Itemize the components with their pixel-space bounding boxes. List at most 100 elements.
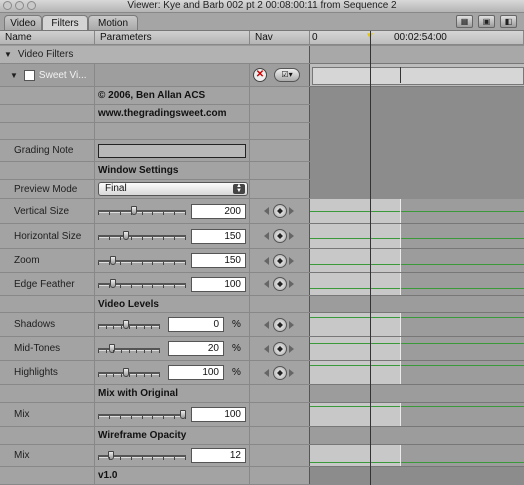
mix-original-slider[interactable] (98, 409, 186, 420)
timeline-row-spacer (310, 296, 524, 313)
keyframe-menu-icon[interactable]: ☑▾ (274, 68, 300, 82)
horizontal-size-slider[interactable] (98, 231, 186, 241)
mix-original-value[interactable]: 100 (191, 407, 246, 422)
highlights-value[interactable]: 100 (168, 365, 224, 380)
tab-bar: Video Filters Motion ▦ ▣ ◧ (0, 13, 524, 31)
keyframe-graph-horizontal-size[interactable] (310, 224, 524, 249)
slider-knob[interactable] (123, 231, 129, 240)
slider-tick (174, 285, 175, 288)
timeline-row-spacer (310, 385, 524, 403)
video-filters-row: ▼ Video Filters (0, 46, 310, 64)
shadows-value[interactable]: 0 (168, 317, 224, 332)
param-row-mix-wireframe: Mix 12 (0, 445, 310, 467)
highlights-slider[interactable] (98, 367, 160, 378)
slider-tick (121, 349, 122, 353)
prev-keyframe-icon[interactable] (264, 232, 269, 240)
prev-keyframe-icon[interactable] (264, 344, 269, 353)
slider-tick (185, 261, 186, 265)
keyframe-graph-shadows[interactable] (310, 313, 524, 337)
film-strip-icon[interactable]: ▦ (456, 15, 473, 28)
preview-mode-row: Preview Mode Final ▲ ▼ (0, 180, 310, 199)
next-keyframe-icon[interactable] (289, 368, 294, 377)
mix-with-original-row: Mix with Original (0, 385, 310, 403)
param-row-edge-feather: Edge Feather 100 (0, 273, 310, 296)
horizontal-size-value[interactable]: 150 (191, 228, 246, 244)
column-header-name[interactable]: Name (0, 31, 95, 45)
shadows-slider[interactable] (98, 319, 160, 330)
disclosure-triangle-icon[interactable]: ▼ (4, 50, 12, 59)
add-keyframe-icon[interactable] (273, 365, 287, 380)
reset-filter-icon[interactable]: ✕ (253, 68, 267, 82)
wireframe-opacity-row: Wireframe Opacity (0, 427, 310, 445)
edge-feather-slider[interactable] (98, 279, 186, 289)
edge-feather-value[interactable]: 100 (191, 276, 246, 292)
midtones-value[interactable]: 20 (168, 341, 224, 356)
column-header-nav[interactable]: Nav (250, 31, 310, 45)
param-row-vertical-size: Vertical Size 200 (0, 199, 310, 224)
tab-video[interactable]: Video (4, 15, 42, 30)
version-text: v1.0 (95, 467, 250, 484)
add-keyframe-icon[interactable] (273, 253, 287, 268)
slider-tick (142, 261, 143, 265)
slider-tick (121, 373, 122, 377)
playhead-line[interactable] (370, 31, 371, 485)
filter-name: Sweet Vi... (38, 69, 87, 81)
slider-tick (142, 212, 143, 215)
prev-keyframe-icon[interactable] (264, 368, 269, 377)
keyframe-graph-mix-wireframe[interactable] (310, 445, 524, 467)
vertical-size-slider[interactable] (98, 206, 186, 216)
slider-knob[interactable] (110, 255, 116, 265)
slider-tick (142, 285, 143, 288)
add-keyframe-icon[interactable] (273, 277, 287, 291)
keyframe-graph-edge-feather[interactable] (310, 273, 524, 296)
add-keyframe-icon[interactable] (273, 317, 287, 332)
param-row-shadows: Shadows 0 % (0, 313, 310, 337)
midtones-slider[interactable] (98, 343, 160, 354)
column-header-parameters[interactable]: Parameters (95, 31, 250, 45)
zoom-value[interactable]: 150 (191, 253, 246, 268)
slider-tick (98, 285, 99, 288)
keyframe-graph-vertical-size[interactable] (310, 199, 524, 224)
grading-note-field[interactable] (98, 143, 246, 158)
prev-keyframe-icon[interactable] (264, 256, 269, 265)
prev-keyframe-icon[interactable] (264, 320, 269, 329)
grading-note-label: Grading Note (0, 140, 95, 161)
window-settings-row: Window Settings (0, 162, 310, 180)
add-keyframe-icon[interactable] (273, 341, 287, 356)
slider-tick (131, 212, 132, 215)
next-keyframe-icon[interactable] (289, 344, 294, 353)
keyframe-graph-highlights[interactable] (310, 361, 524, 385)
param-label: Highlights (0, 361, 95, 384)
slider-knob[interactable] (109, 343, 115, 353)
vertical-size-value[interactable]: 200 (191, 203, 246, 219)
clip-overlay-icon[interactable]: ▣ (478, 15, 495, 28)
slider-tick (163, 456, 164, 460)
prev-keyframe-icon[interactable] (264, 280, 269, 288)
slider-tick (152, 285, 153, 288)
mix-wireframe-value[interactable]: 12 (191, 448, 246, 463)
next-keyframe-icon[interactable] (289, 207, 294, 215)
add-keyframe-icon[interactable] (273, 229, 287, 243)
blank-row (0, 123, 310, 140)
slider-knob[interactable] (110, 279, 116, 288)
add-keyframe-icon[interactable] (273, 204, 287, 218)
timeline-zoom-icon[interactable]: ◧ (500, 15, 517, 28)
keyframe-graph-zoom[interactable] (310, 249, 524, 273)
keyframe-graph-midtones[interactable] (310, 337, 524, 361)
enable-filter-checkbox[interactable] (23, 69, 35, 81)
zoom-slider[interactable] (98, 255, 186, 266)
keyframe-graph-mix-original[interactable] (310, 403, 524, 427)
tab-motion[interactable]: Motion (88, 15, 138, 30)
next-keyframe-icon[interactable] (289, 320, 294, 329)
disclosure-triangle-icon[interactable]: ▼ (10, 71, 18, 80)
copyright-text: © 2006, Ben Allan ACS (95, 87, 250, 104)
next-keyframe-icon[interactable] (289, 256, 294, 265)
mix-wireframe-slider[interactable] (98, 450, 186, 461)
tab-filters[interactable]: Filters (42, 15, 88, 30)
next-keyframe-icon[interactable] (289, 232, 294, 240)
timeline-ruler[interactable]: 0 00:02:54:00 ▼ (310, 31, 524, 45)
next-keyframe-icon[interactable] (289, 280, 294, 288)
prev-keyframe-icon[interactable] (264, 207, 269, 215)
preview-mode-select[interactable]: Final ▲ ▼ (98, 182, 248, 196)
slider-tick (98, 261, 99, 265)
